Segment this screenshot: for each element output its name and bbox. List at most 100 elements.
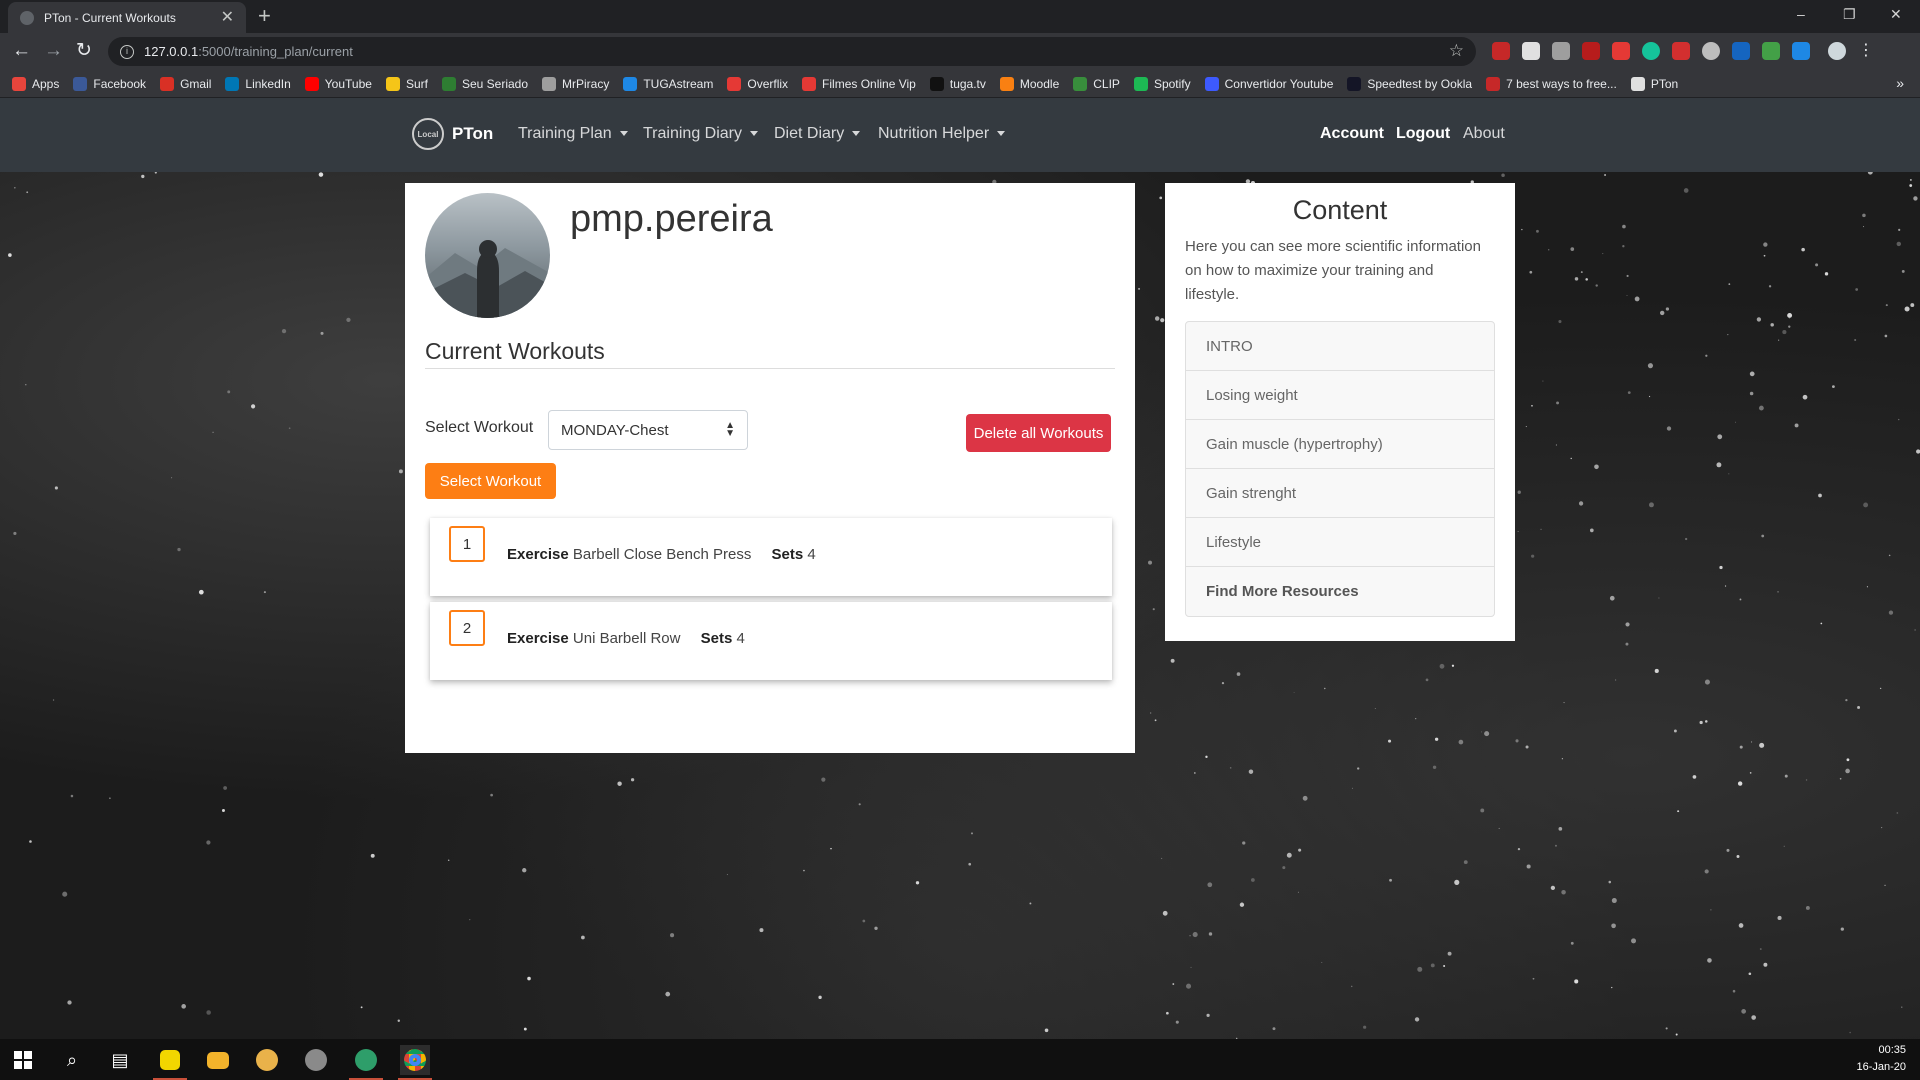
extension-icon[interactable]: [1702, 42, 1720, 60]
forward-arrow-icon[interactable]: →: [44, 41, 63, 61]
reload-icon[interactable]: ↻: [76, 41, 92, 61]
bookmark-item[interactable]: Apps: [12, 76, 59, 91]
close-window-button[interactable]: ✕: [1890, 4, 1902, 24]
bookmark-label: Filmes Online Vip: [822, 76, 916, 91]
bookmark-icon: [225, 76, 240, 91]
app-icon[interactable]: [252, 1045, 282, 1075]
browser-tab[interactable]: PTon - Current Workouts ✕: [8, 2, 246, 33]
sets-value: 4: [736, 630, 745, 647]
extension-icon[interactable]: [1672, 42, 1690, 60]
workout-select[interactable]: MONDAY-Chest ▲ ▼: [548, 410, 748, 450]
bookmark-item[interactable]: Spotify: [1133, 76, 1191, 91]
page-viewport: Local PTon Training Plan Training Diary …: [0, 98, 1920, 1039]
new-tab-button[interactable]: +: [258, 5, 271, 27]
bookmarks-overflow-icon[interactable]: »: [1896, 75, 1904, 91]
nav-about[interactable]: About: [1463, 125, 1505, 143]
bookmark-icon: [160, 76, 175, 91]
grammarly-extension-icon[interactable]: [1642, 42, 1660, 60]
sticky-notes-icon[interactable]: [153, 1045, 187, 1080]
bookmark-icon: [73, 76, 88, 91]
bookmark-star-icon[interactable]: ☆: [1449, 41, 1464, 61]
bookmark-icon: [727, 76, 742, 91]
pdf-extension-icon[interactable]: [1582, 42, 1600, 60]
extension-icon[interactable]: [1612, 42, 1630, 60]
content-item-intro[interactable]: INTRO: [1186, 322, 1494, 371]
bookmark-label: Gmail: [180, 76, 212, 91]
shield-extension-icon[interactable]: [1792, 42, 1810, 60]
bookmark-item[interactable]: Overflix: [727, 76, 788, 91]
avatar: [425, 193, 550, 318]
exercise-number: 1: [449, 526, 485, 562]
bookmark-item[interactable]: TUGAstream: [623, 76, 713, 91]
extension-icon[interactable]: [1522, 42, 1540, 60]
bookmark-item[interactable]: Gmail: [160, 76, 212, 91]
exercise-label: Exercise: [507, 630, 569, 647]
bookmark-item[interactable]: Seu Seriado: [441, 76, 528, 91]
username: pmp.pereira: [570, 198, 773, 240]
browser-tab-bar: PTon - Current Workouts ✕ + – ❐ ✕: [0, 0, 1920, 33]
page-title: Current Workouts: [425, 338, 605, 364]
brand-logo: Local: [412, 118, 444, 150]
sets-value: 4: [807, 546, 816, 563]
content-item-losing-weight[interactable]: Losing weight: [1186, 371, 1494, 420]
brand[interactable]: Local PTon: [412, 118, 493, 150]
bookmark-label: PTon: [1650, 76, 1679, 91]
windows-start-icon[interactable]: [8, 1045, 38, 1075]
chrome-icon[interactable]: [398, 1045, 432, 1080]
nav-diet-diary[interactable]: Diet Diary: [774, 125, 861, 143]
select-workout-button[interactable]: Select Workout: [425, 463, 556, 499]
bookmark-icon: [1073, 76, 1088, 91]
nav-account[interactable]: Account: [1320, 125, 1384, 143]
sets-label: Sets: [700, 630, 733, 647]
nav-logout[interactable]: Logout: [1396, 125, 1450, 143]
nav-training-plan[interactable]: Training Plan: [518, 125, 628, 143]
bookmark-item[interactable]: Facebook: [73, 76, 146, 91]
bookmark-label: MrPiracy: [562, 76, 610, 91]
bookmark-item[interactable]: tuga.tv: [929, 76, 986, 91]
site-info-icon[interactable]: i: [120, 44, 134, 59]
content-item-find-more[interactable]: Find More Resources: [1186, 567, 1494, 616]
nav-nutrition-helper[interactable]: Nutrition Helper: [878, 125, 1006, 143]
content-item-gain-muscle[interactable]: Gain muscle (hypertrophy): [1186, 420, 1494, 469]
bookmark-item[interactable]: Moodle: [999, 76, 1059, 91]
bookmark-icon: [1486, 76, 1501, 91]
app-icon[interactable]: [349, 1045, 383, 1080]
minimize-button[interactable]: –: [1797, 4, 1805, 24]
bookmark-item[interactable]: 7 best ways to free...: [1486, 76, 1617, 91]
bookmark-item[interactable]: PTon: [1630, 76, 1679, 91]
os-taskbar: ⌕ ▤ 00:35 16-Jan-20: [0, 1039, 1920, 1080]
bookmark-item[interactable]: Surf: [385, 76, 428, 91]
profile-avatar-icon[interactable]: [1828, 42, 1846, 60]
drive-extension-icon[interactable]: [1552, 42, 1570, 60]
bookmark-item[interactable]: Speedtest by Ookla: [1347, 76, 1472, 91]
content-item-lifestyle[interactable]: Lifestyle: [1186, 518, 1494, 567]
bookmark-item[interactable]: Convertidor Youtube: [1204, 76, 1333, 91]
system-clock[interactable]: 00:35 16-Jan-20: [1856, 1042, 1906, 1076]
app-icon[interactable]: [301, 1045, 331, 1075]
search-icon[interactable]: ⌕: [57, 1045, 87, 1075]
delete-all-workouts-button[interactable]: Delete all Workouts: [966, 414, 1111, 452]
shield-extension-icon[interactable]: [1762, 42, 1780, 60]
browser-toolbar: ← → ↻ i 127.0.0.1:5000/training_plan/cur…: [0, 33, 1920, 70]
bookmark-item[interactable]: CLIP: [1073, 76, 1120, 91]
bookmark-item[interactable]: LinkedIn: [225, 76, 291, 91]
tab-close-icon[interactable]: ✕: [221, 9, 234, 26]
bookmark-item[interactable]: MrPiracy: [542, 76, 610, 91]
file-explorer-icon[interactable]: [203, 1045, 233, 1075]
browser-menu-icon[interactable]: ⋮: [1858, 42, 1874, 60]
bookmark-label: YouTube: [324, 76, 372, 91]
bookmark-item[interactable]: YouTube: [304, 76, 372, 91]
restore-button[interactable]: ❐: [1843, 4, 1856, 24]
exercise-number: 2: [449, 610, 485, 646]
content-item-gain-strength[interactable]: Gain strenght: [1186, 469, 1494, 518]
bookmark-label: tuga.tv: [949, 76, 986, 91]
back-arrow-icon[interactable]: ←: [12, 41, 31, 61]
caret-down-icon: [750, 131, 758, 137]
exercise-name: Barbell Close Bench Press: [572, 546, 752, 563]
bookmark-item[interactable]: Filmes Online Vip: [802, 76, 916, 91]
adblock-extension-icon[interactable]: [1492, 42, 1510, 60]
zip-extension-icon[interactable]: [1732, 42, 1750, 60]
nav-training-diary[interactable]: Training Diary: [643, 125, 758, 143]
task-view-icon[interactable]: ▤: [105, 1045, 135, 1075]
address-bar[interactable]: i 127.0.0.1:5000/training_plan/current ☆: [108, 37, 1476, 66]
